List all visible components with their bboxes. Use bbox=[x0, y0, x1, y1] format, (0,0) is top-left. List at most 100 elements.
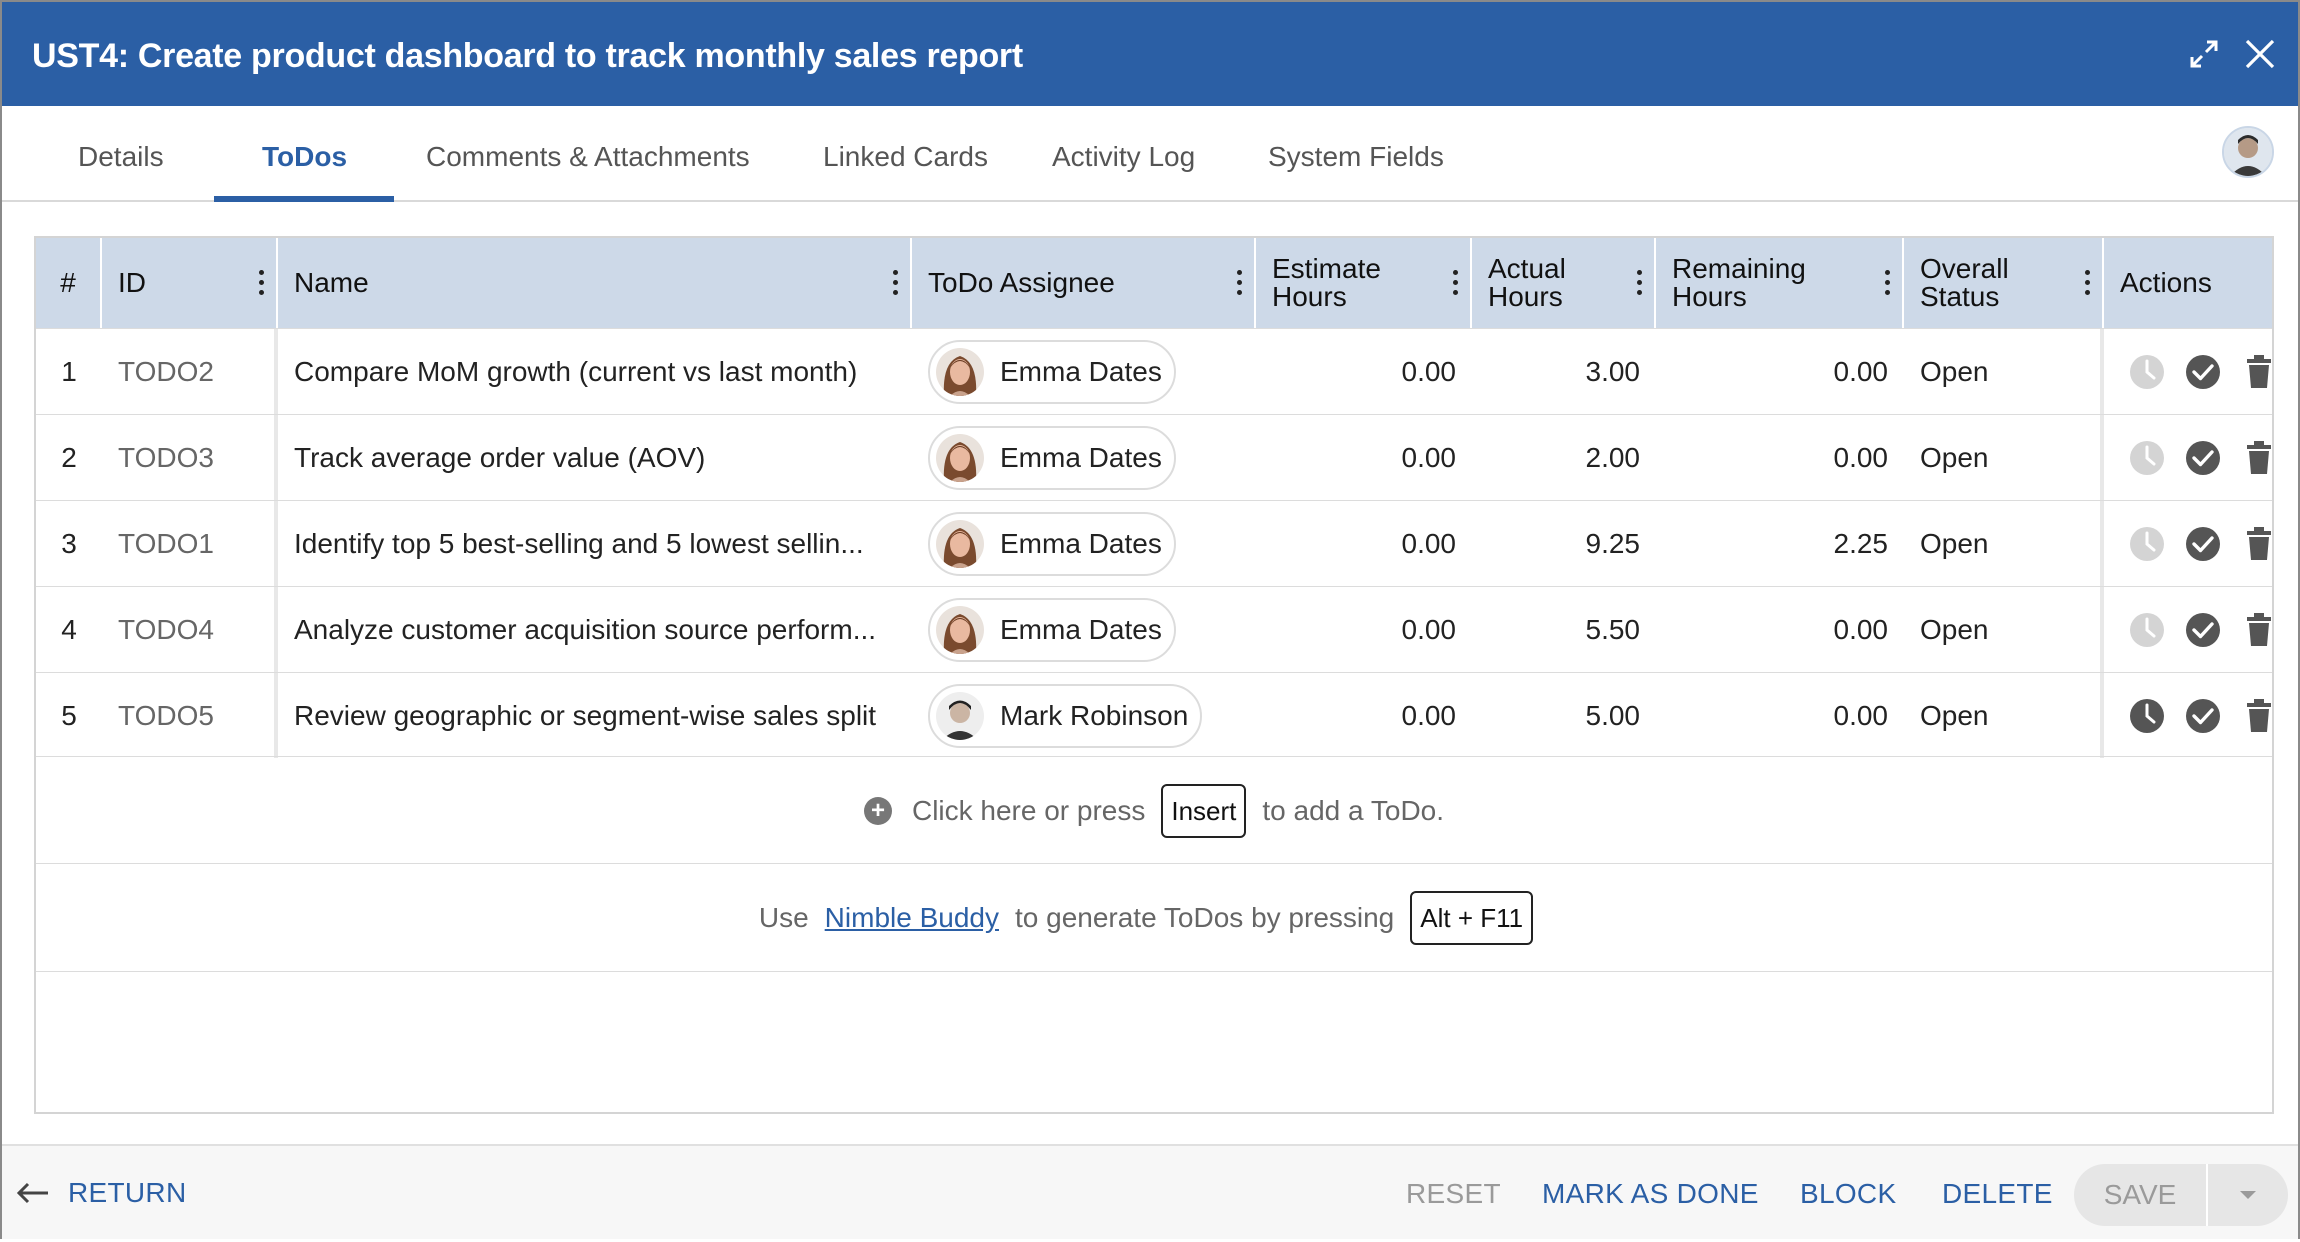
table-row[interactable]: 4 TODO4 Analyze customer acquisition sourc… bbox=[36, 586, 2272, 672]
kebab-menu-icon[interactable] bbox=[1634, 268, 1644, 298]
actual-hours[interactable]: 2.00 bbox=[1488, 415, 1641, 501]
mark-done-check-icon[interactable] bbox=[2184, 353, 2222, 391]
kebab-menu-icon[interactable] bbox=[1234, 268, 1244, 298]
col-header-name[interactable]: Name bbox=[278, 238, 912, 328]
actual-hours[interactable]: 9.25 bbox=[1488, 501, 1641, 587]
save-options-dropdown[interactable] bbox=[2208, 1164, 2288, 1226]
row-number: 3 bbox=[61, 528, 77, 559]
col-header-actions: Actions bbox=[2120, 267, 2212, 298]
avatar bbox=[936, 348, 984, 396]
add-todo-row[interactable]: + Click here or press Insert to add a To… bbox=[36, 756, 2272, 864]
todo-id[interactable]: TODO4 bbox=[118, 587, 268, 673]
nimble-buddy-link[interactable]: Nimble Buddy bbox=[825, 902, 999, 934]
todo-name[interactable]: Compare MoM growth (current vs last mont… bbox=[294, 329, 906, 415]
delete-trash-icon[interactable] bbox=[2240, 525, 2278, 563]
assignee-chip[interactable]: Emma Dates bbox=[928, 340, 1176, 404]
delete-trash-icon[interactable] bbox=[2240, 439, 2278, 477]
delete-trash-icon[interactable] bbox=[2240, 611, 2278, 649]
expand-icon[interactable] bbox=[2182, 32, 2226, 76]
todo-id[interactable]: TODO5 bbox=[118, 673, 268, 759]
log-time-clock-icon[interactable] bbox=[2128, 353, 2166, 391]
delete-trash-icon[interactable] bbox=[2240, 353, 2278, 391]
col-header-assignee[interactable]: ToDo Assignee bbox=[912, 238, 1256, 328]
remaining-hours[interactable]: 0.00 bbox=[1672, 329, 1889, 415]
todo-dialog: UST4: Create product dashboard to track … bbox=[0, 0, 2300, 1239]
todo-id[interactable]: TODO2 bbox=[118, 329, 268, 415]
remaining-hours[interactable]: 0.00 bbox=[1672, 587, 1889, 673]
assignee-chip[interactable]: Emma Dates bbox=[928, 426, 1176, 490]
active-tab-indicator bbox=[214, 196, 394, 202]
add-todo-suffix: to add a ToDo. bbox=[1262, 795, 1445, 826]
reset-button[interactable]: RESET bbox=[1406, 1146, 1501, 1239]
overall-status[interactable]: Open bbox=[1920, 501, 2090, 587]
log-time-clock-icon[interactable] bbox=[2128, 439, 2166, 477]
estimate-hours[interactable]: 0.00 bbox=[1272, 329, 1457, 415]
mark-done-check-icon[interactable] bbox=[2184, 611, 2222, 649]
kebab-menu-icon[interactable] bbox=[256, 268, 266, 298]
mark-done-check-icon[interactable] bbox=[2184, 525, 2222, 563]
save-button[interactable]: SAVE bbox=[2074, 1164, 2206, 1226]
overall-status[interactable]: Open bbox=[1920, 329, 2090, 415]
overall-status[interactable]: Open bbox=[1920, 673, 2090, 759]
tab-activity-log[interactable]: Activity Log bbox=[1052, 106, 1195, 202]
table-row[interactable]: 1 TODO2 Compare MoM growth (current vs las… bbox=[36, 328, 2272, 414]
block-button[interactable]: BLOCK bbox=[1800, 1146, 1896, 1239]
kebab-menu-icon[interactable] bbox=[890, 268, 900, 298]
kebab-menu-icon[interactable] bbox=[2082, 268, 2092, 298]
log-time-clock-icon[interactable] bbox=[2128, 697, 2166, 735]
alt-f11-key-badge: Alt + F11 bbox=[1410, 891, 1534, 945]
assignee-chip[interactable]: Emma Dates bbox=[928, 598, 1176, 662]
assignee-name: Emma Dates bbox=[1000, 442, 1162, 473]
col-header-estimate-hours[interactable]: Estimate Hours bbox=[1256, 238, 1472, 328]
todo-name[interactable]: Analyze customer acquisition source perf… bbox=[294, 587, 906, 673]
table-row[interactable]: 5 TODO5 Review geographic or segment-wise … bbox=[36, 672, 2272, 758]
estimate-hours[interactable]: 0.00 bbox=[1272, 415, 1457, 501]
tab-details[interactable]: Details bbox=[78, 106, 164, 202]
kebab-menu-icon[interactable] bbox=[1882, 268, 1892, 298]
actual-hours[interactable]: 5.50 bbox=[1488, 587, 1641, 673]
current-user-avatar[interactable] bbox=[2222, 126, 2274, 178]
table-row[interactable]: 3 TODO1 Identify top 5 best-selling and 5 … bbox=[36, 500, 2272, 586]
tab-comments-attachments[interactable]: Comments & Attachments bbox=[426, 106, 750, 202]
mark-done-check-icon[interactable] bbox=[2184, 439, 2222, 477]
kebab-menu-icon[interactable] bbox=[1450, 268, 1460, 298]
row-number: 4 bbox=[61, 614, 77, 645]
todo-name[interactable]: Review geographic or segment-wise sales … bbox=[294, 673, 906, 759]
overall-status[interactable]: Open bbox=[1920, 415, 2090, 501]
mark-done-check-icon[interactable] bbox=[2184, 697, 2222, 735]
remaining-hours[interactable]: 2.25 bbox=[1672, 501, 1889, 587]
actual-hours[interactable]: 3.00 bbox=[1488, 329, 1641, 415]
delete-trash-icon[interactable] bbox=[2240, 697, 2278, 735]
tab-todos[interactable]: ToDos bbox=[262, 106, 347, 202]
caret-down-icon bbox=[2240, 1191, 2256, 1199]
col-header-actual-hours[interactable]: Actual Hours bbox=[1472, 238, 1656, 328]
delete-button[interactable]: DELETE bbox=[1942, 1146, 2053, 1239]
log-time-clock-icon[interactable] bbox=[2128, 525, 2166, 563]
todo-name[interactable]: Track average order value (AOV) bbox=[294, 415, 906, 501]
mark-as-done-button[interactable]: MARK AS DONE bbox=[1542, 1146, 1759, 1239]
insert-key-badge: Insert bbox=[1161, 784, 1247, 838]
remaining-hours[interactable]: 0.00 bbox=[1672, 415, 1889, 501]
save-split-button: SAVE bbox=[2074, 1164, 2288, 1226]
col-header-overall-status[interactable]: Overall Status bbox=[1904, 238, 2104, 328]
estimate-hours[interactable]: 0.00 bbox=[1272, 673, 1457, 759]
dialog-title: UST4: Create product dashboard to track … bbox=[32, 37, 1023, 75]
remaining-hours[interactable]: 0.00 bbox=[1672, 673, 1889, 759]
col-header-id[interactable]: ID bbox=[102, 238, 278, 328]
actual-hours[interactable]: 5.00 bbox=[1488, 673, 1641, 759]
tab-linked-cards[interactable]: Linked Cards bbox=[823, 106, 988, 202]
return-button[interactable]: RETURN bbox=[16, 1146, 186, 1239]
log-time-clock-icon[interactable] bbox=[2128, 611, 2166, 649]
close-icon[interactable] bbox=[2238, 32, 2282, 76]
table-row[interactable]: 2 TODO3 Track average order value (AOV) Emm… bbox=[36, 414, 2272, 500]
assignee-chip[interactable]: Mark Robinson bbox=[928, 684, 1203, 748]
todo-id[interactable]: TODO3 bbox=[118, 415, 268, 501]
todo-id[interactable]: TODO1 bbox=[118, 501, 268, 587]
overall-status[interactable]: Open bbox=[1920, 587, 2090, 673]
estimate-hours[interactable]: 0.00 bbox=[1272, 587, 1457, 673]
assignee-chip[interactable]: Emma Dates bbox=[928, 512, 1176, 576]
estimate-hours[interactable]: 0.00 bbox=[1272, 501, 1457, 587]
col-header-remaining-hours[interactable]: Remaining Hours bbox=[1656, 238, 1904, 328]
todo-name[interactable]: Identify top 5 best-selling and 5 lowest… bbox=[294, 501, 906, 587]
tab-system-fields[interactable]: System Fields bbox=[1268, 106, 1444, 202]
